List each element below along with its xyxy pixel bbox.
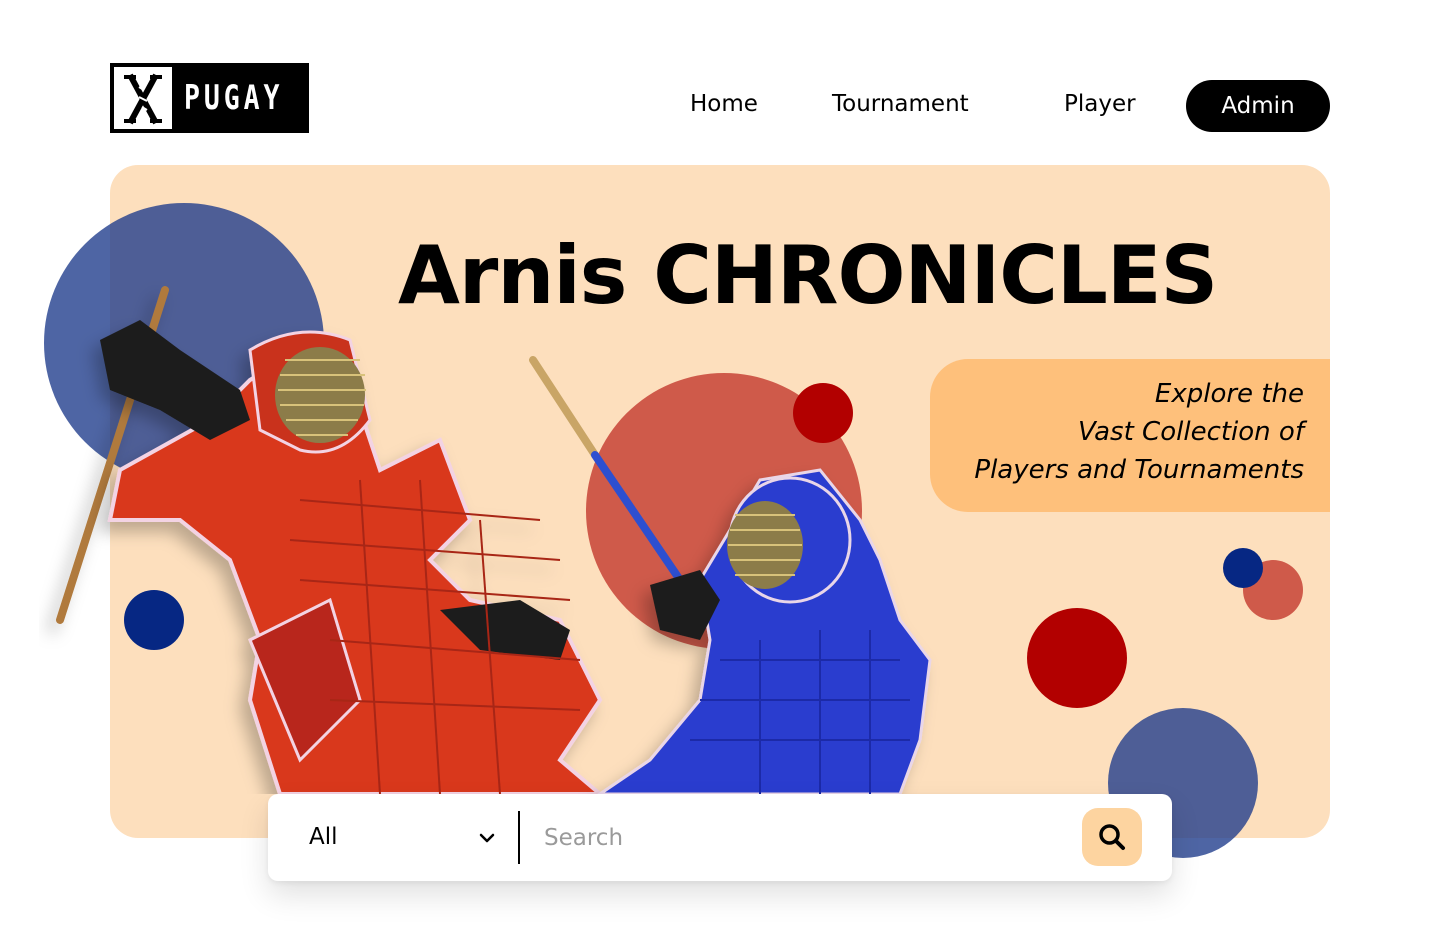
- search-divider: [518, 811, 520, 864]
- decor-circle-blue-large: [44, 203, 324, 483]
- decor-circle-red-small: [793, 383, 853, 443]
- hero-tagline: Explore the Vast Collection of Players a…: [930, 359, 1330, 512]
- logo-wordmark: PUGAY: [184, 78, 284, 118]
- nav-home[interactable]: Home: [690, 84, 758, 124]
- decor-circle-navy-small: [124, 590, 184, 650]
- logo[interactable]: PUGAY: [110, 63, 309, 133]
- hero-title: Arnis CHRONICLES: [398, 229, 1218, 322]
- nav-player[interactable]: Player: [1064, 84, 1136, 124]
- search-button[interactable]: [1082, 808, 1142, 866]
- crossed-sticks-icon: [114, 67, 172, 129]
- chevron-down-icon: [478, 829, 496, 847]
- tagline-line-2: Vast Collection of: [1078, 417, 1304, 447]
- search-icon: [1099, 824, 1125, 850]
- nav-admin-button[interactable]: Admin: [1186, 80, 1330, 132]
- tagline-line-1: Explore the: [1154, 379, 1304, 409]
- tagline-line-3: Players and Tournaments: [974, 455, 1304, 485]
- decor-circle-red: [1027, 608, 1127, 708]
- filter-selected-value: All: [309, 824, 338, 850]
- decor-circle-navy-tiny: [1223, 548, 1263, 588]
- search-bar: All: [268, 794, 1172, 881]
- nav-tournament[interactable]: Tournament: [832, 84, 969, 124]
- category-filter-dropdown[interactable]: All: [268, 794, 518, 881]
- search-input[interactable]: [544, 814, 1064, 862]
